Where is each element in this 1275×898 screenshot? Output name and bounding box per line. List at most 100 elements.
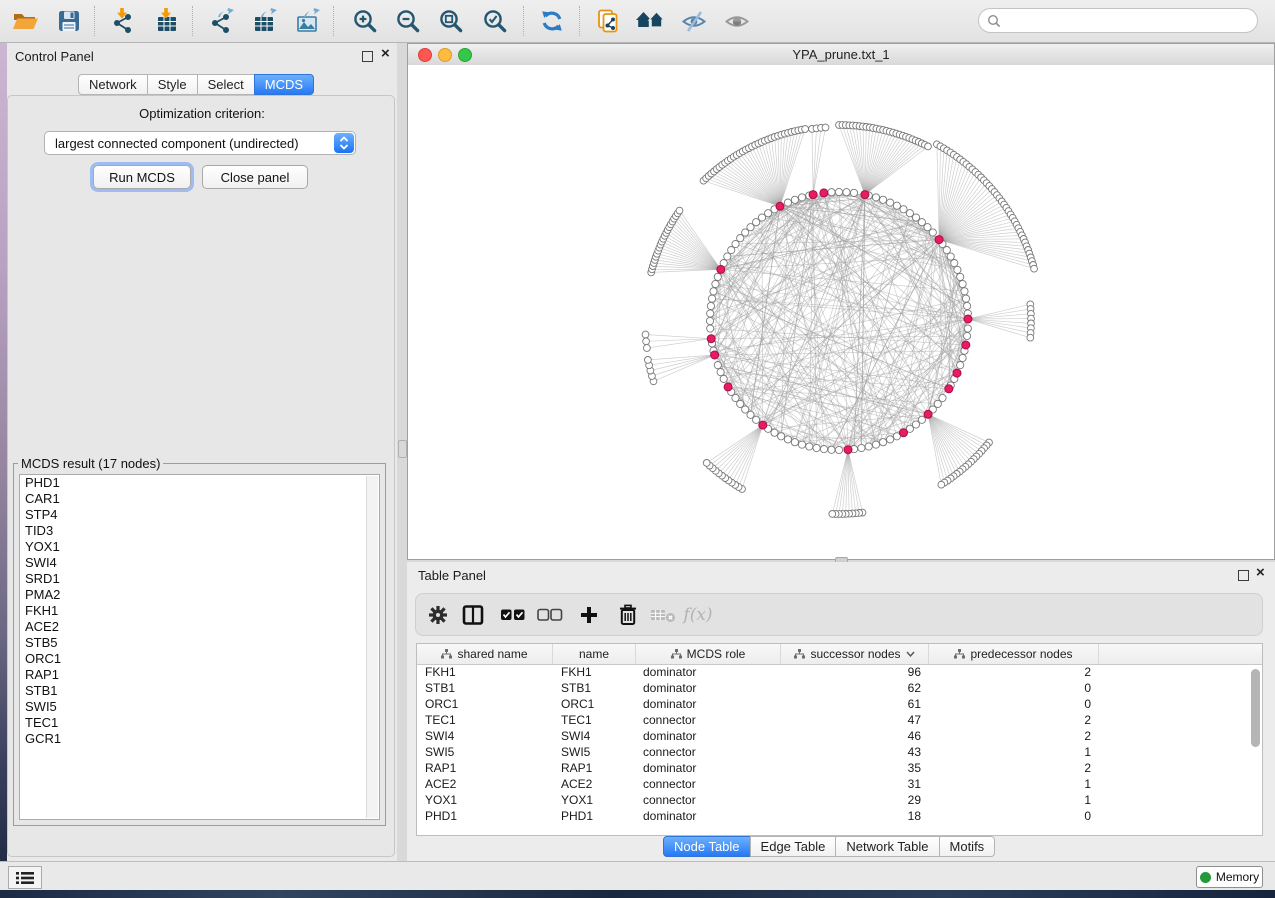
main-toolbar — [0, 0, 1275, 43]
splitter-grip-icon[interactable] — [398, 440, 407, 458]
tab-network[interactable]: Network — [78, 74, 148, 95]
tab-motifs[interactable]: Motifs — [939, 836, 996, 857]
column-header-name[interactable]: name — [553, 644, 636, 664]
table-panel-title: Table Panel — [418, 568, 486, 583]
mcds-result-node[interactable]: TEC1 — [20, 715, 379, 731]
zoom-selected-icon[interactable] — [477, 4, 513, 38]
column-header-label: successor nodes — [810, 647, 900, 661]
cell-predecessor_nodes: 0 — [929, 696, 1099, 712]
mcds-result-node[interactable]: PHD1 — [20, 475, 379, 491]
open-session-icon[interactable] — [8, 4, 44, 38]
mcds-result-node[interactable]: CAR1 — [20, 491, 379, 507]
show-details-icon[interactable] — [719, 4, 755, 38]
home-networks-icon[interactable] — [632, 4, 668, 38]
mcds-result-node[interactable]: ORC1 — [20, 651, 379, 667]
mcds-result-list[interactable]: PHD1CAR1STP4TID3YOX1SWI4SRD1PMA2FKH1ACE2… — [19, 474, 380, 820]
run-mcds-button[interactable]: Run MCDS — [93, 165, 191, 189]
import-table-icon[interactable] — [149, 4, 185, 38]
vertical-splitter[interactable] — [397, 43, 407, 861]
tab-style[interactable]: Style — [147, 74, 198, 95]
sort-desc-icon — [906, 651, 915, 657]
mcds-result-node[interactable]: STB1 — [20, 683, 379, 699]
table-scrollbar[interactable] — [1251, 669, 1260, 747]
mcds-result-node[interactable]: TID3 — [20, 523, 379, 539]
panel-list-button[interactable] — [8, 866, 42, 889]
table-row[interactable]: FKH1FKH1dominator962 — [417, 664, 1262, 680]
zoom-out-icon[interactable] — [390, 4, 426, 38]
column-header-successor-nodes[interactable]: successor nodes — [781, 644, 929, 664]
tab-mcds[interactable]: MCDS — [254, 74, 314, 95]
mcds-result-node[interactable]: RAP1 — [20, 667, 379, 683]
select-all-icon[interactable] — [498, 602, 528, 628]
cell-name: SWI5 — [553, 744, 636, 760]
export-network-icon[interactable] — [203, 4, 239, 38]
network-canvas[interactable] — [408, 65, 1274, 559]
mcds-result-node[interactable]: SRD1 — [20, 571, 379, 587]
table-row[interactable]: YOX1YOX1connector291 — [417, 792, 1262, 808]
table-row[interactable]: RAP1RAP1dominator352 — [417, 760, 1262, 776]
network-window-title: YPA_prune.txt_1 — [408, 47, 1274, 62]
network-graph[interactable] — [408, 65, 1274, 559]
mcds-result-node[interactable]: SWI5 — [20, 699, 379, 715]
table-row[interactable]: ACE2ACE2connector311 — [417, 776, 1262, 792]
table-close-panel-icon[interactable]: × — [1256, 564, 1265, 582]
deselect-all-icon[interactable] — [535, 602, 565, 628]
search-icon — [987, 14, 1001, 28]
tab-edge-table[interactable]: Edge Table — [750, 836, 837, 857]
network-view-window: YPA_prune.txt_1 — [407, 43, 1275, 560]
cell-name: ACE2 — [553, 776, 636, 792]
settings-gear-icon[interactable] — [423, 602, 453, 628]
zoom-fit-icon[interactable] — [433, 4, 469, 38]
tab-network-table[interactable]: Network Table — [835, 836, 939, 857]
column-header-MCDS-role[interactable]: MCDS role — [636, 644, 781, 664]
tab-node-table[interactable]: Node Table — [663, 836, 751, 857]
cell-shared_name: TEC1 — [417, 712, 553, 728]
table-row[interactable]: SWI5SWI5connector431 — [417, 744, 1262, 760]
float-panel-icon[interactable] — [362, 51, 373, 62]
table-row[interactable]: SWI4SWI4dominator462 — [417, 728, 1262, 744]
column-header-predecessor-nodes[interactable]: predecessor nodes — [929, 644, 1099, 664]
mcds-list-scrollbar[interactable] — [366, 476, 378, 818]
show-columns-icon[interactable] — [458, 602, 488, 628]
zoom-in-icon[interactable] — [347, 4, 383, 38]
mcds-result-node[interactable]: YOX1 — [20, 539, 379, 555]
tab-select[interactable]: Select — [197, 74, 255, 95]
cell-name: ORC1 — [553, 696, 636, 712]
table-row[interactable]: STB1STB1dominator620 — [417, 680, 1262, 696]
table-float-panel-icon[interactable] — [1238, 570, 1249, 581]
network-window-titlebar[interactable]: YPA_prune.txt_1 — [408, 44, 1274, 66]
hide-details-icon[interactable] — [676, 4, 712, 38]
close-panel-button[interactable]: Close panel — [202, 165, 308, 189]
table-row[interactable]: PHD1PHD1dominator180 — [417, 808, 1262, 824]
column-header-filler — [1099, 644, 1262, 664]
save-session-icon[interactable] — [51, 4, 87, 38]
close-panel-icon[interactable]: × — [381, 45, 390, 63]
refresh-icon[interactable] — [534, 4, 570, 38]
export-table-icon[interactable] — [246, 4, 282, 38]
search-field[interactable] — [978, 8, 1258, 33]
memory-button[interactable]: Memory — [1196, 866, 1263, 888]
criterion-dropdown[interactable]: largest connected component (undirected) — [44, 131, 356, 155]
delete-column-icon[interactable] — [613, 602, 643, 628]
mcds-result-title: MCDS result (17 nodes) — [18, 456, 163, 471]
mcds-result-node[interactable]: STB5 — [20, 635, 379, 651]
import-network-icon[interactable] — [105, 4, 141, 38]
cell-name: YOX1 — [553, 792, 636, 808]
table-row[interactable]: TEC1TEC1connector472 — [417, 712, 1262, 728]
table-row[interactable]: ORC1ORC1dominator610 — [417, 696, 1262, 712]
mcds-result-node[interactable]: ACE2 — [20, 619, 379, 635]
search-input[interactable] — [1006, 12, 1257, 29]
mcds-result-node[interactable]: GCR1 — [20, 731, 379, 747]
node-table: shared namenameMCDS role successor nodes p… — [416, 643, 1263, 836]
mcds-result-node[interactable]: STP4 — [20, 507, 379, 523]
mcds-result-node[interactable]: SWI4 — [20, 555, 379, 571]
cell-successor_nodes: 43 — [781, 744, 929, 760]
export-image-icon[interactable] — [289, 4, 325, 38]
add-column-icon[interactable] — [574, 602, 604, 628]
cell-predecessor_nodes: 2 — [929, 712, 1099, 728]
mcds-result-node[interactable]: FKH1 — [20, 603, 379, 619]
open-documents-icon[interactable] — [590, 4, 626, 38]
cell-mcds_role: dominator — [636, 728, 781, 744]
column-header-shared-name[interactable]: shared name — [417, 644, 553, 664]
mcds-result-node[interactable]: PMA2 — [20, 587, 379, 603]
